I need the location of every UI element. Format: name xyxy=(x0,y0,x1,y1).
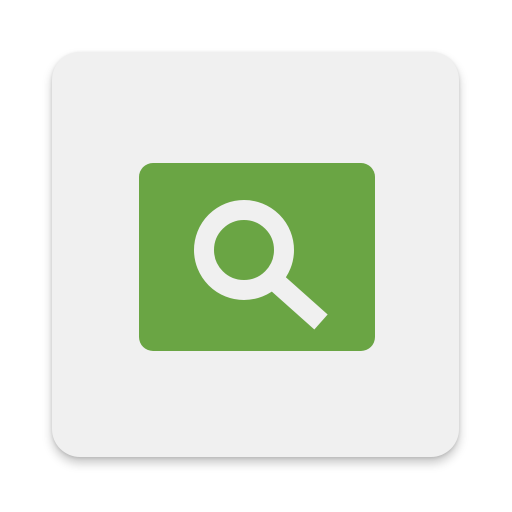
icon-canvas xyxy=(0,0,512,512)
magnifier-handle xyxy=(268,273,328,330)
search-icon xyxy=(194,200,328,330)
magnifier-lens xyxy=(194,200,294,300)
